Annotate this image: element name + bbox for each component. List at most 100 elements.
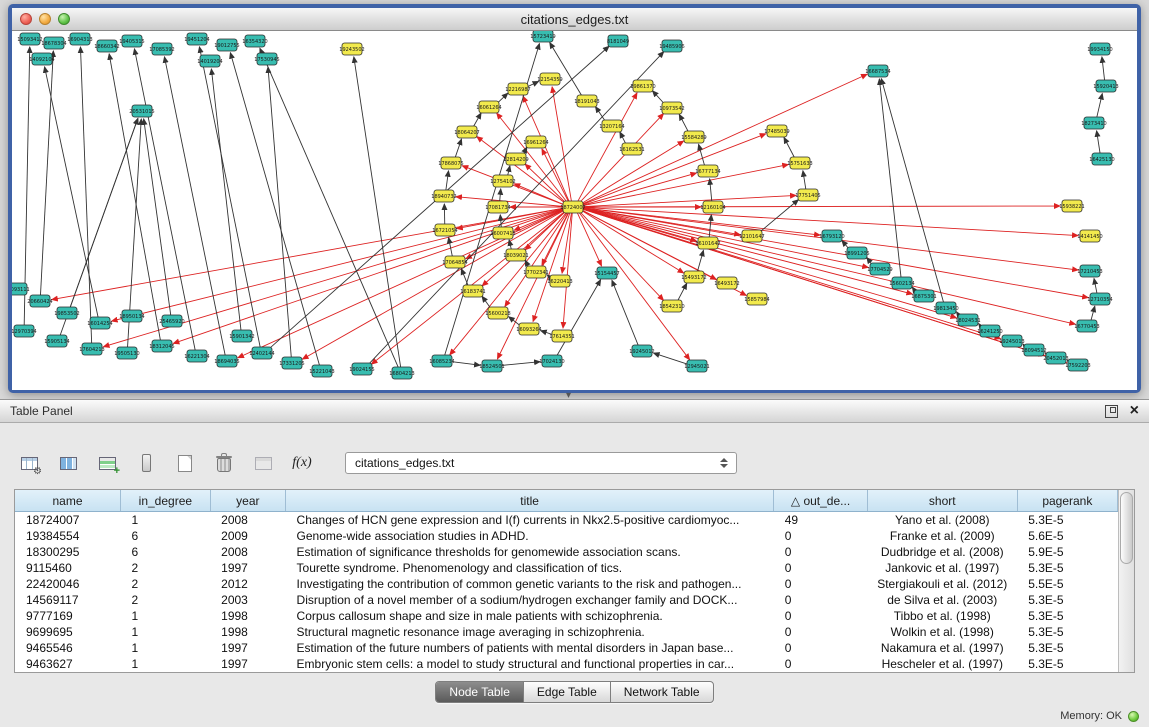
table-cell[interactable]: 2 bbox=[121, 592, 211, 608]
table-row[interactable]: 1456911722003Disruption of a novel membe… bbox=[15, 592, 1118, 608]
delete-trash-icon[interactable] bbox=[212, 451, 236, 475]
table-cell[interactable]: 18300295 bbox=[15, 544, 121, 560]
graph-edge[interactable] bbox=[582, 208, 1076, 324]
graph-edge[interactable] bbox=[446, 171, 449, 190]
graph-edge[interactable] bbox=[451, 362, 480, 366]
table-cell[interactable]: 5.3E-5 bbox=[1017, 560, 1117, 576]
table-disabled-icon[interactable] bbox=[251, 451, 275, 475]
table-row[interactable]: 2242004622012Investigating the contribut… bbox=[15, 576, 1118, 592]
table-cell[interactable]: Wolkin et al. (1998) bbox=[867, 624, 1017, 640]
table-cell[interactable]: 0 bbox=[774, 656, 868, 672]
table-cell[interactable]: 2009 bbox=[210, 528, 285, 544]
table-cell[interactable]: 2 bbox=[121, 576, 211, 592]
graph-edge[interactable] bbox=[1094, 279, 1097, 294]
table-cell[interactable]: Dudbridge et al. (2008) bbox=[867, 544, 1017, 560]
graph-edge[interactable] bbox=[784, 137, 795, 158]
graph-edge[interactable] bbox=[144, 119, 171, 315]
table-cell[interactable]: 22420046 bbox=[15, 576, 121, 592]
graph-edge[interactable] bbox=[582, 206, 1060, 207]
table-cell[interactable]: Hescheler et al. (1997) bbox=[867, 656, 1017, 672]
tab-node-table[interactable]: Node Table bbox=[436, 682, 524, 702]
graph-edge[interactable] bbox=[1102, 57, 1105, 80]
table-cell[interactable]: 1 bbox=[121, 624, 211, 640]
table-cell[interactable]: 5.9E-5 bbox=[1017, 544, 1117, 560]
graph-edge[interactable] bbox=[508, 166, 510, 176]
graph-edge[interactable] bbox=[238, 209, 565, 357]
graph-edge[interactable] bbox=[354, 57, 401, 367]
table-cell[interactable]: 5.3E-5 bbox=[1017, 608, 1117, 624]
table-cell[interactable]: 0 bbox=[774, 544, 868, 560]
table-cell[interactable]: Changes of HCN gene expression and I(f) … bbox=[286, 512, 774, 529]
table-columns-icon[interactable] bbox=[56, 451, 80, 475]
table-cell[interactable]: Embryonic stem cells: a model to study s… bbox=[286, 656, 774, 672]
graph-edge[interactable] bbox=[557, 280, 601, 356]
column-header-year[interactable]: year bbox=[210, 490, 285, 512]
table-import-icon[interactable]: + bbox=[95, 451, 119, 475]
network-graph[interactable]: 1872400712154359122169871606126418064207… bbox=[12, 31, 1133, 390]
table-cell[interactable]: 1 bbox=[121, 608, 211, 624]
table-cell[interactable]: Estimation of significance thresholds fo… bbox=[286, 544, 774, 560]
table-cell[interactable]: 5.3E-5 bbox=[1017, 640, 1117, 656]
table-cell[interactable]: 1998 bbox=[210, 608, 285, 624]
table-cell[interactable]: 2008 bbox=[210, 544, 285, 560]
table-cell[interactable]: 6 bbox=[121, 544, 211, 560]
table-cell[interactable]: 1997 bbox=[210, 656, 285, 672]
table-cell[interactable]: 5.3E-5 bbox=[1017, 592, 1117, 608]
table-row[interactable]: 946362711997Embryonic stem cells: a mode… bbox=[15, 656, 1118, 672]
table-cell[interactable]: 9465546 bbox=[15, 640, 121, 656]
graph-edge[interactable] bbox=[582, 165, 788, 206]
graph-edge[interactable] bbox=[70, 118, 138, 307]
table-cell[interactable]: 14569117 bbox=[15, 592, 121, 608]
graph-edge[interactable] bbox=[595, 107, 605, 122]
table-row[interactable]: 1938455462009Genome-wide association stu… bbox=[15, 528, 1118, 544]
table-cell[interactable]: 1 bbox=[121, 512, 211, 529]
table-cell[interactable]: de Silva et al. (2003) bbox=[867, 592, 1017, 608]
graph-edge[interactable] bbox=[501, 362, 540, 366]
table-cell[interactable]: 0 bbox=[774, 640, 868, 656]
table-row[interactable]: 1830029562008Estimation of significance … bbox=[15, 544, 1118, 560]
table-row[interactable]: 977716911998Corpus callosum shape and si… bbox=[15, 608, 1118, 624]
graph-edge[interactable] bbox=[697, 250, 703, 271]
table-row[interactable]: 911546021997Tourette syndrome. Phenomeno… bbox=[15, 560, 1118, 576]
table-cell[interactable]: 0 bbox=[774, 560, 868, 576]
table-cell[interactable]: 1 bbox=[121, 656, 211, 672]
table-cell[interactable]: Tibbo et al. (1998) bbox=[867, 608, 1017, 624]
tab-edge-table[interactable]: Edge Table bbox=[524, 682, 611, 702]
table-cell[interactable]: 1997 bbox=[210, 560, 285, 576]
table-cell[interactable]: Yano et al. (2008) bbox=[867, 512, 1017, 529]
graph-edge[interactable] bbox=[461, 269, 468, 286]
column-header-in_degree[interactable]: in_degree bbox=[121, 490, 211, 512]
table-source-dropdown[interactable]: citations_edges.txt bbox=[345, 452, 737, 474]
table-row[interactable]: 1872400712008Changes of HCN gene express… bbox=[15, 512, 1118, 529]
table-cell[interactable]: 5.3E-5 bbox=[1017, 512, 1117, 529]
table-cell[interactable]: 1 bbox=[121, 640, 211, 656]
graph-edge[interactable] bbox=[1097, 94, 1103, 118]
graph-edge[interactable] bbox=[582, 209, 1001, 339]
zoom-window-button[interactable] bbox=[58, 13, 70, 25]
table-cell[interactable]: Stergiakouli et al. (2012) bbox=[867, 576, 1017, 592]
table-cell[interactable]: Disruption of a novel member of a sodium… bbox=[286, 592, 774, 608]
vertical-scrollbar[interactable] bbox=[1118, 490, 1134, 672]
graph-edge[interactable] bbox=[803, 171, 806, 189]
table-row[interactable]: 946554611997Estimation of the future num… bbox=[15, 640, 1118, 656]
graph-edge[interactable] bbox=[759, 200, 798, 233]
table-cell[interactable]: 2003 bbox=[210, 592, 285, 608]
graph-edge[interactable] bbox=[199, 47, 260, 347]
table-cell[interactable]: Jankovic et al. (1997) bbox=[867, 560, 1017, 576]
window-titlebar[interactable]: citations_edges.txt bbox=[12, 8, 1137, 31]
column-header-name[interactable]: name bbox=[15, 490, 121, 512]
graph-edge[interactable] bbox=[473, 113, 481, 127]
graph-edge[interactable] bbox=[654, 353, 689, 364]
float-panel-icon[interactable] bbox=[1105, 405, 1118, 418]
graph-edge[interactable] bbox=[211, 69, 241, 330]
graph-edge[interactable] bbox=[677, 283, 686, 301]
close-window-button[interactable] bbox=[20, 13, 32, 25]
graph-edge[interactable] bbox=[268, 67, 291, 357]
table-cell[interactable]: 5.3E-5 bbox=[1017, 624, 1117, 640]
graph-edge[interactable] bbox=[80, 47, 91, 343]
table-cell[interactable]: 0 bbox=[774, 576, 868, 592]
table-cell[interactable]: 9115460 bbox=[15, 560, 121, 576]
table-cell[interactable]: 19384554 bbox=[15, 528, 121, 544]
graph-edge[interactable] bbox=[260, 48, 398, 367]
table-cell[interactable]: 1997 bbox=[210, 640, 285, 656]
